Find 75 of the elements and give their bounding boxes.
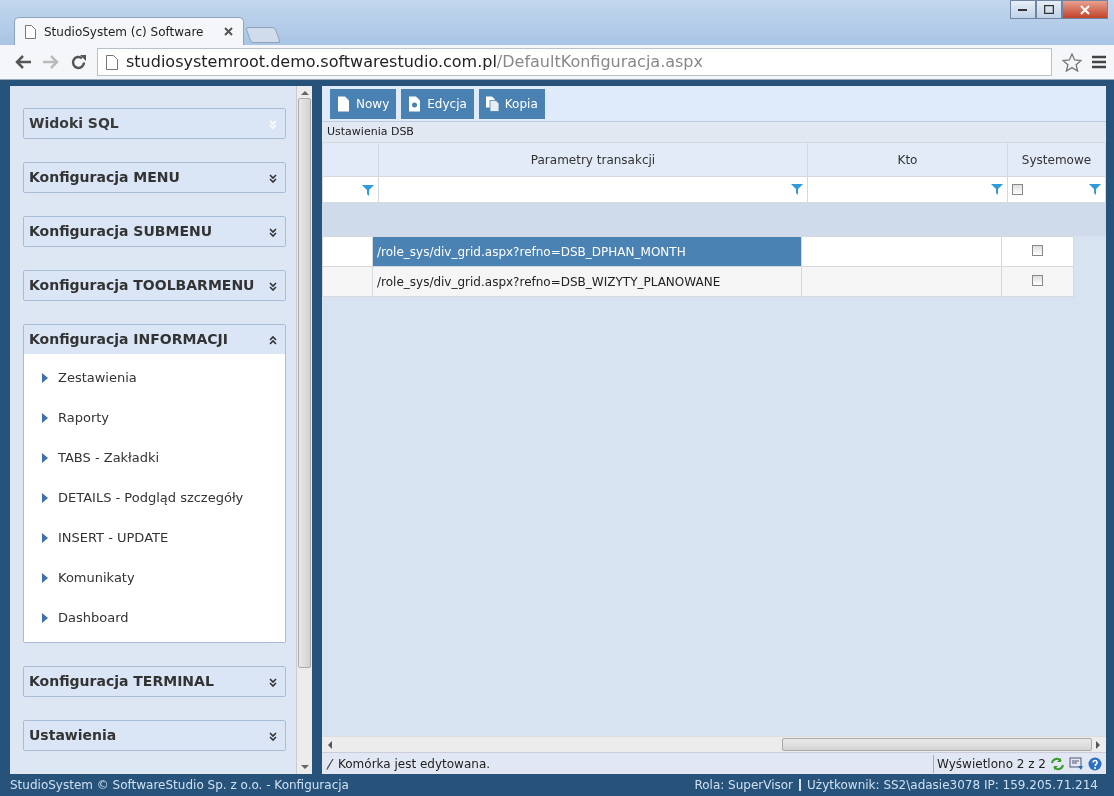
page-icon <box>106 54 118 70</box>
row-header-cell <box>322 236 373 267</box>
triangle-icon <box>42 453 48 463</box>
accordion-header[interactable]: Ustawienia <box>24 721 285 750</box>
scroll-up-icon[interactable] <box>300 90 309 96</box>
edit-button[interactable]: Edycja <box>401 88 474 119</box>
triangle-icon <box>42 373 48 383</box>
expand-icon <box>269 280 277 291</box>
address-field[interactable]: studiosystemroot.demo.softwarestudio.com.pl/DefaultKonfiguracja.aspx <box>97 48 1052 76</box>
new-button[interactable]: Nowy <box>330 88 397 119</box>
column-header[interactable]: Systemowe <box>1007 142 1106 177</box>
expand-icon <box>269 730 277 741</box>
collapse-icon <box>269 334 277 345</box>
row-header-cell <box>322 266 373 297</box>
footer-text: StudioSystem © SoftwareStudio Sp. z o.o. - Konfiguracja <box>10 777 349 794</box>
accordion-header[interactable]: Konfiguracja SUBMENU <box>24 217 285 246</box>
status-message: Komórka jest edytowana. <box>338 755 491 773</box>
maximize-icon <box>1044 5 1054 14</box>
expand-icon <box>269 118 277 129</box>
export-icon[interactable] <box>1069 756 1084 771</box>
minimize-button[interactable] <box>1010 0 1036 19</box>
browser-tab[interactable]: StudioSystem (c) Software <box>14 17 244 45</box>
pencil-icon <box>326 757 334 770</box>
triangle-icon <box>42 413 48 423</box>
triangle-icon <box>42 613 48 623</box>
expand-icon <box>269 226 277 237</box>
filter-icon[interactable] <box>791 184 803 195</box>
table-cell: /role_sys/div_grid.aspx?refno=DSB_DPHAN_MONTH <box>372 236 802 267</box>
star-icon[interactable] <box>1062 52 1082 72</box>
back-icon[interactable] <box>14 54 32 70</box>
column-header[interactable]: Kto <box>807 142 1008 177</box>
filter-icon[interactable] <box>1089 184 1101 195</box>
sidebar-item[interactable]: INSERT - UPDATE <box>24 518 285 558</box>
reload-icon[interactable] <box>70 53 87 71</box>
maximize-button[interactable] <box>1036 0 1062 19</box>
grid-caption: Ustawienia DSB <box>322 122 1106 142</box>
sidebar-item[interactable]: Zestawienia <box>24 358 285 398</box>
row-checkbox[interactable] <box>1032 274 1043 286</box>
filter-checkbox[interactable] <box>1012 184 1023 195</box>
filter-icon[interactable] <box>362 184 374 196</box>
sidebar-item[interactable]: Komunikaty <box>24 558 285 598</box>
copy-icon <box>485 95 500 112</box>
filter-icon[interactable] <box>991 184 1003 195</box>
scroll-down-icon[interactable] <box>300 764 309 770</box>
sidebar-item[interactable]: Dashboard <box>24 598 285 638</box>
triangle-icon <box>42 493 48 503</box>
menu-icon[interactable] <box>1092 55 1106 69</box>
user-label: Użytkownik: SS2\adasie3078 IP: 159.205.71.214 <box>807 777 1098 794</box>
expand-icon <box>269 676 277 687</box>
accordion-header[interactable]: Konfiguracja MENU <box>24 163 285 192</box>
triangle-icon <box>42 533 48 543</box>
close-icon <box>1080 4 1090 15</box>
sidebar-item[interactable]: Raporty <box>24 398 285 438</box>
refresh-icon[interactable] <box>1050 756 1065 771</box>
close-icon[interactable] <box>224 27 233 36</box>
page-icon <box>25 24 36 39</box>
column-header[interactable]: Parametry transakcji <box>378 142 808 177</box>
help-icon[interactable] <box>1088 756 1102 771</box>
horizontal-scrollbar[interactable] <box>322 736 1106 752</box>
document-gear-icon <box>408 95 423 112</box>
sidebar-item[interactable]: DETAILS - Podgląd szczegóły <box>24 478 285 518</box>
copy-button[interactable]: Kopia <box>478 88 545 119</box>
accordion-header[interactable]: Konfiguracja TOOLBARMENU <box>24 271 285 300</box>
record-count: Wyświetlono 2 z 2 <box>933 754 1046 773</box>
role-label: Rola: SuperVisor <box>694 777 794 794</box>
expand-icon <box>269 172 277 183</box>
sidebar-item[interactable]: TABS - Zakładki <box>24 438 285 478</box>
triangle-icon <box>42 573 48 583</box>
accordion-header[interactable]: Konfiguracja TERMINAL <box>24 667 285 696</box>
row-checkbox[interactable] <box>1032 244 1043 256</box>
accordion-header[interactable]: Widoki SQL <box>24 109 285 138</box>
document-icon <box>337 95 351 112</box>
sidebar-scrollbar[interactable] <box>296 86 312 774</box>
close-button[interactable] <box>1062 0 1108 19</box>
table-cell: /role_sys/div_grid.aspx?refno=DSB_WIZYTY_PLANOWANE <box>372 266 802 297</box>
